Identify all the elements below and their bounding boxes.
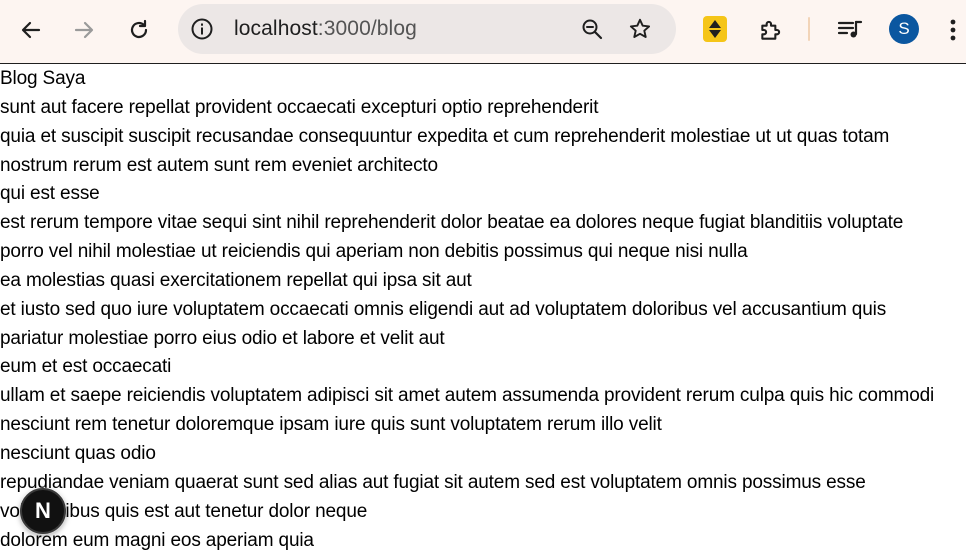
extensions-button[interactable] (753, 12, 789, 48)
post-body: pariatur molestiae porro eius odio et la… (0, 325, 966, 354)
address-bar[interactable]: localhost:3000/blog (178, 4, 676, 54)
nextjs-logo-icon: N (35, 498, 51, 524)
extension-updown-icon[interactable] (703, 16, 727, 42)
arrow-left-icon (19, 18, 43, 42)
star-icon[interactable] (628, 17, 652, 41)
reload-icon (127, 18, 151, 42)
media-queue-icon (837, 18, 863, 42)
post-body: nesciunt rem tenetur doloremque ipsam iu… (0, 411, 966, 440)
profile-avatar[interactable]: S (889, 14, 919, 44)
post-title: dolorem eum magni eos aperiam quia (0, 527, 966, 555)
kebab-menu-icon (950, 18, 956, 42)
reload-button[interactable] (121, 12, 157, 48)
forward-button[interactable] (66, 12, 102, 48)
nextjs-dev-indicator[interactable]: N (20, 488, 66, 534)
post-body: ullam et saepe reiciendis voluptatem adi… (0, 382, 966, 411)
toolbar-divider (808, 17, 810, 41)
post-title: eum et est occaecati (0, 353, 966, 382)
media-controls-button[interactable] (832, 12, 868, 48)
url-host: localhost (234, 17, 318, 40)
zoom-out-icon[interactable] (580, 17, 604, 41)
post-body: voluptatibus quis est aut tenetur dolor … (0, 498, 966, 527)
back-button[interactable] (13, 12, 49, 48)
puzzle-icon (758, 17, 784, 43)
url-text[interactable]: localhost:3000/blog (234, 17, 417, 41)
post-body: repudiandae veniam quaerat sunt sed alia… (0, 469, 966, 498)
post-body: et iusto sed quo iure voluptatem occaeca… (0, 296, 966, 325)
browser-toolbar: localhost:3000/blog S (0, 0, 966, 64)
browser-menu-button[interactable] (940, 12, 966, 48)
post-body: quia et suscipit suscipit recusandae con… (0, 123, 966, 152)
post-body: nostrum rerum est autem sunt rem eveniet… (0, 152, 966, 181)
page-content: Blog Saya sunt aut facere repellat provi… (0, 65, 966, 555)
post-title: sunt aut facere repellat provident occae… (0, 94, 966, 123)
page-title: Blog Saya (0, 65, 966, 94)
url-path: :3000/blog (318, 17, 417, 40)
post-title: ea molestias quasi exercitationem repell… (0, 267, 966, 296)
post-title: qui est esse (0, 180, 966, 209)
info-icon[interactable] (190, 17, 214, 41)
post-body: est rerum tempore vitae sequi sint nihil… (0, 209, 966, 238)
post-body: porro vel nihil molestiae ut reiciendis … (0, 238, 966, 267)
arrow-right-icon (72, 18, 96, 42)
post-title: nesciunt quas odio (0, 440, 966, 469)
